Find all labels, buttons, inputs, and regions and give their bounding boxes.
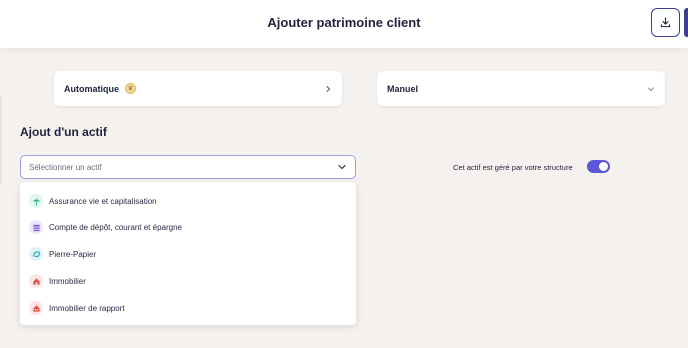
asset-dropdown-menu: Assurance vie et capitalisation Compte d… — [20, 182, 356, 325]
house-icon — [29, 274, 43, 288]
chevron-right-icon — [324, 85, 332, 93]
toggle-knob — [599, 162, 608, 171]
paper-icon — [29, 247, 43, 261]
asset-option-label: Pierre-Papier — [49, 249, 97, 259]
managed-toggle[interactable] — [587, 160, 610, 173]
automatic-card[interactable]: Automatique ♛ — [54, 71, 342, 106]
section-title: Ajout d'un actif — [20, 125, 107, 139]
next-panel-edge[interactable] — [684, 8, 688, 37]
asset-option-pierre-papier[interactable]: Pierre-Papier — [20, 242, 356, 266]
chevron-down-icon — [337, 162, 347, 172]
asset-option-label: Immobilier — [49, 276, 86, 286]
manual-card[interactable]: Manuel — [377, 71, 665, 106]
asset-option-compte-depot[interactable]: Compte de dépôt, courant et épargne — [20, 215, 356, 239]
asset-option-label: Compte de dépôt, courant et épargne — [49, 222, 182, 232]
umbrella-icon — [29, 194, 43, 208]
left-panel-edge — [0, 95, 2, 185]
asset-select-placeholder: Sélectionner un actif — [29, 162, 102, 172]
page-title: Ajouter patrimoine client — [267, 15, 421, 30]
asset-select[interactable]: Sélectionner un actif — [20, 155, 356, 179]
premium-badge-icon: ♛ — [125, 83, 136, 94]
bank-icon — [29, 220, 43, 234]
building-icon — [29, 301, 43, 315]
managed-toggle-label: Cet actif est géré par votre structure — [453, 163, 573, 172]
asset-option-immobilier-rapport[interactable]: Immobilier de rapport — [20, 296, 356, 320]
download-button[interactable] — [651, 8, 680, 37]
manual-card-label: Manuel — [387, 83, 419, 94]
asset-option-assurance-vie[interactable]: Assurance vie et capitalisation — [20, 189, 356, 213]
asset-option-label: Assurance vie et capitalisation — [49, 196, 157, 206]
asset-option-immobilier[interactable]: Immobilier — [20, 269, 356, 293]
download-icon — [660, 17, 671, 28]
automatic-card-label: Automatique — [64, 83, 119, 94]
asset-option-label: Immobilier de rapport — [49, 303, 125, 313]
chevron-down-icon — [647, 85, 655, 93]
page-header: Ajouter patrimoine client — [0, 0, 688, 48]
